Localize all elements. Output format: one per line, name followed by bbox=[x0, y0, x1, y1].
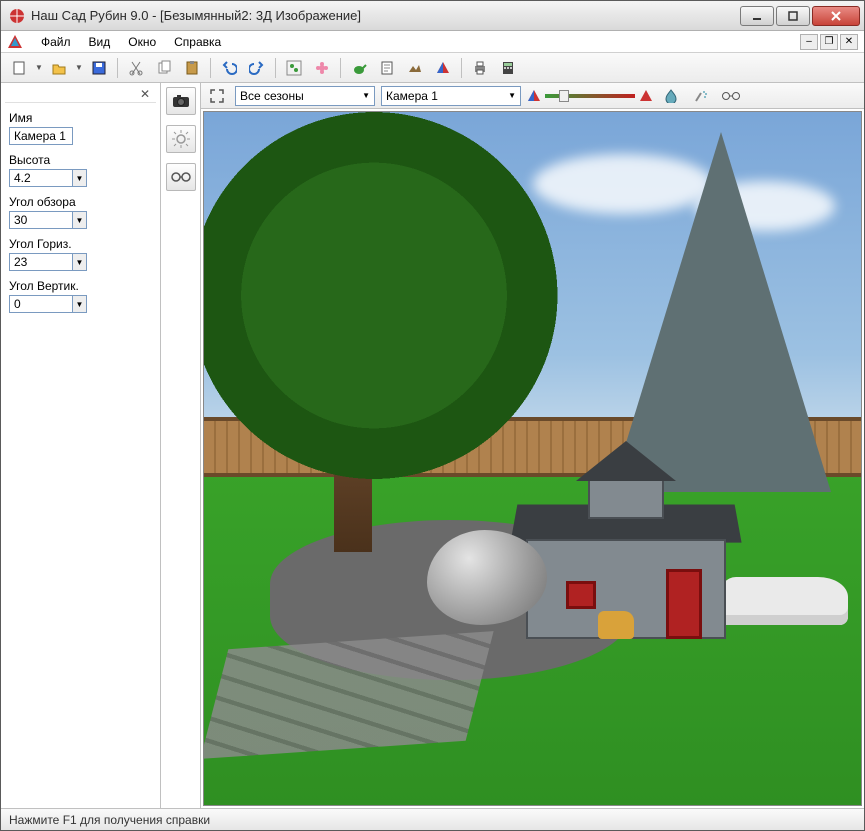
print-button[interactable] bbox=[468, 56, 492, 80]
sun-tool[interactable] bbox=[166, 125, 196, 153]
vangle-label: Угол Вертик. bbox=[9, 279, 152, 293]
vangle-dropdown[interactable]: ▼ bbox=[73, 295, 87, 313]
camera-combo[interactable]: Камера 1▼ bbox=[381, 86, 521, 106]
camera-tool[interactable] bbox=[166, 87, 196, 115]
name-input[interactable] bbox=[9, 127, 73, 145]
scene-pavement bbox=[203, 631, 494, 759]
glasses-small-icon bbox=[721, 91, 741, 101]
status-hint: Нажмите F1 для получения справки bbox=[9, 813, 210, 827]
menu-file[interactable]: Файл bbox=[33, 33, 79, 51]
flower-button[interactable] bbox=[310, 56, 334, 80]
minimize-button[interactable] bbox=[740, 6, 774, 26]
camera-value: Камера 1 bbox=[386, 89, 438, 103]
undo-button[interactable] bbox=[217, 56, 241, 80]
viewport-3d[interactable] bbox=[203, 111, 862, 806]
fullscreen-icon bbox=[209, 88, 225, 104]
season-value: Все сезоны bbox=[240, 89, 304, 103]
panel-close-button[interactable]: ✕ bbox=[5, 87, 156, 103]
properties-panel: ✕ Имя Высота ▼ Угол обзора ▼ Угол Гориз. bbox=[1, 83, 201, 808]
view-toolbar: Все сезоны▼ Камера 1▼ bbox=[201, 83, 864, 109]
menu-window[interactable]: Окно bbox=[120, 33, 164, 51]
height-input[interactable] bbox=[9, 169, 73, 187]
spray-icon bbox=[693, 89, 709, 103]
slider-track[interactable] bbox=[545, 94, 635, 98]
sun-icon bbox=[172, 130, 190, 148]
cut-button[interactable] bbox=[124, 56, 148, 80]
plants-button[interactable] bbox=[282, 56, 306, 80]
menu-view[interactable]: Вид bbox=[81, 33, 119, 51]
glasses-icon bbox=[170, 171, 192, 183]
mdi-minimize-button[interactable]: – bbox=[800, 34, 818, 50]
fov-label: Угол обзора bbox=[9, 195, 152, 209]
main-toolbar: ▼ ▼ bbox=[1, 53, 864, 83]
camera-icon bbox=[171, 93, 191, 109]
hangle-dropdown[interactable]: ▼ bbox=[73, 253, 87, 271]
workspace: ✕ Имя Высота ▼ Угол обзора ▼ Угол Гориз. bbox=[1, 83, 864, 808]
name-label: Имя bbox=[9, 111, 152, 125]
new-button[interactable] bbox=[7, 56, 31, 80]
paste-button[interactable] bbox=[180, 56, 204, 80]
slider-thumb[interactable] bbox=[559, 90, 569, 102]
fov-input[interactable] bbox=[9, 211, 73, 229]
statusbar: Нажмите F1 для получения справки bbox=[1, 808, 864, 830]
terrain-button[interactable] bbox=[403, 56, 427, 80]
watering-button[interactable] bbox=[347, 56, 371, 80]
close-button[interactable] bbox=[812, 6, 860, 26]
height-dropdown[interactable]: ▼ bbox=[73, 169, 87, 187]
scene-dog bbox=[598, 611, 634, 639]
redo-button[interactable] bbox=[245, 56, 269, 80]
season-combo[interactable]: Все сезоны▼ bbox=[235, 86, 375, 106]
spray-button[interactable] bbox=[689, 84, 713, 108]
app-icon bbox=[9, 8, 25, 24]
hangle-input[interactable] bbox=[9, 253, 73, 271]
pyramid-start-icon bbox=[527, 89, 541, 103]
menu-app-icon bbox=[7, 34, 23, 50]
mdi-close-button[interactable]: ✕ bbox=[840, 34, 858, 50]
menubar: Файл Вид Окно Справка – ❐ ✕ bbox=[1, 31, 864, 53]
calc-button[interactable] bbox=[496, 56, 520, 80]
drop-button[interactable] bbox=[659, 84, 683, 108]
save-button[interactable] bbox=[87, 56, 111, 80]
window-title: Наш Сад Рубин 9.0 - [Безымянный2: 3Д Изо… bbox=[31, 8, 738, 23]
vangle-input[interactable] bbox=[9, 295, 73, 313]
open-button[interactable] bbox=[47, 56, 71, 80]
drop-icon bbox=[664, 89, 678, 103]
scene-conifer bbox=[611, 132, 831, 492]
height-label: Высота bbox=[9, 153, 152, 167]
scene-car bbox=[718, 577, 848, 625]
titlebar: Наш Сад Рубин 9.0 - [Безымянный2: 3Д Изо… bbox=[1, 1, 864, 31]
fov-dropdown[interactable]: ▼ bbox=[73, 211, 87, 229]
menu-help[interactable]: Справка bbox=[166, 33, 229, 51]
window-frame: Наш Сад Рубин 9.0 - [Безымянный2: 3Д Изо… bbox=[0, 0, 865, 831]
view3d-button[interactable] bbox=[719, 84, 743, 108]
open-dropdown[interactable]: ▼ bbox=[75, 63, 83, 72]
fullscreen-button[interactable] bbox=[205, 84, 229, 108]
hangle-label: Угол Гориз. bbox=[9, 237, 152, 251]
new-dropdown[interactable]: ▼ bbox=[35, 63, 43, 72]
pyramid-end-icon bbox=[639, 89, 653, 103]
side-tool-column bbox=[160, 83, 200, 808]
view-column: Все сезоны▼ Камера 1▼ bbox=[201, 83, 864, 808]
copy-button[interactable] bbox=[152, 56, 176, 80]
season-slider[interactable] bbox=[527, 89, 653, 103]
mdi-restore-button[interactable]: ❐ bbox=[820, 34, 838, 50]
pyramid-button[interactable] bbox=[431, 56, 455, 80]
maximize-button[interactable] bbox=[776, 6, 810, 26]
note-button[interactable] bbox=[375, 56, 399, 80]
glasses-tool[interactable] bbox=[166, 163, 196, 191]
